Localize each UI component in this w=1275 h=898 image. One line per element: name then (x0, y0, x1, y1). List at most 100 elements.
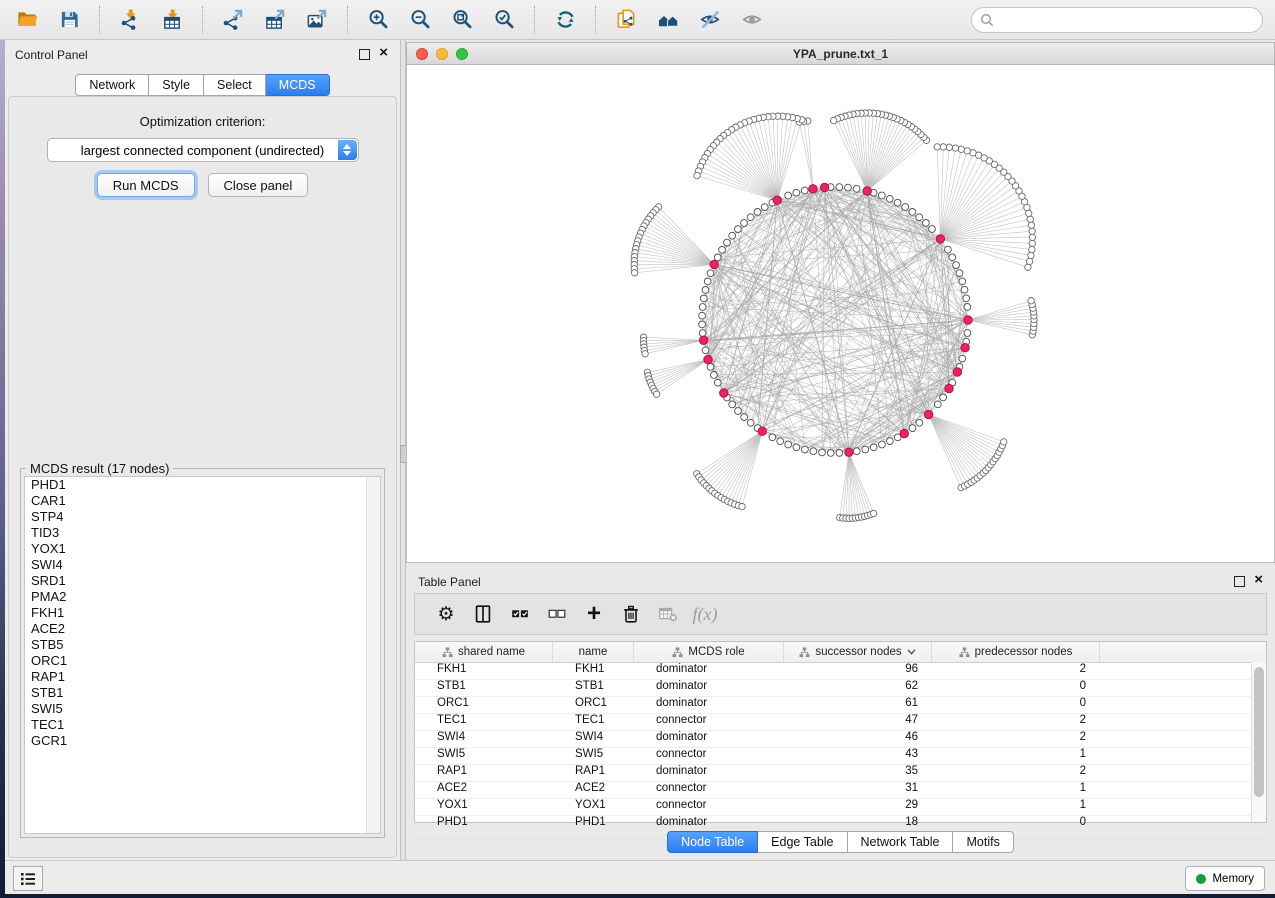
run-mcds-button[interactable]: Run MCDS (97, 173, 195, 197)
network-node[interactable] (735, 226, 742, 233)
network-node[interactable] (704, 278, 711, 285)
zoom-out-button[interactable] (402, 4, 438, 36)
satellite-node[interactable] (1027, 216, 1033, 222)
network-node[interactable] (959, 278, 966, 285)
mcds-hub-node[interactable] (809, 185, 817, 193)
network-node[interactable] (699, 330, 706, 337)
satellite-node[interactable] (940, 144, 946, 150)
mcds-hub-node[interactable] (953, 368, 961, 376)
network-node[interactable] (699, 304, 706, 311)
column-header-MCDS-role[interactable]: MCDS role (634, 642, 784, 662)
network-node[interactable] (886, 195, 893, 202)
show-all-button[interactable] (650, 4, 686, 36)
function-builder-button[interactable]: f(x) (690, 599, 720, 629)
tab-network[interactable]: Network (75, 74, 149, 96)
tab-select[interactable]: Select (204, 74, 266, 96)
network-node[interactable] (956, 270, 963, 277)
result-node-item[interactable]: STB5 (25, 637, 380, 653)
satellite-node[interactable] (1001, 439, 1007, 445)
network-node[interactable] (729, 232, 736, 239)
satellite-node[interactable] (694, 172, 700, 178)
close-panel-icon[interactable]: × (1254, 571, 1263, 589)
network-node[interactable] (853, 448, 860, 455)
result-node-item[interactable]: ORC1 (25, 653, 380, 669)
result-node-item[interactable]: YOX1 (25, 541, 380, 557)
result-node-item[interactable]: PMA2 (25, 589, 380, 605)
close-panel-button[interactable]: Close panel (208, 173, 309, 197)
result-node-item[interactable]: STP4 (25, 509, 380, 525)
zoom-fit-button[interactable] (444, 4, 480, 36)
duplicate-network-button[interactable] (608, 4, 644, 36)
network-node[interactable] (827, 450, 834, 457)
network-node[interactable] (702, 347, 709, 354)
import-table-button[interactable] (154, 4, 190, 36)
mcds-hub-node[interactable] (945, 384, 953, 392)
add-entry-button[interactable]: + (579, 599, 609, 629)
network-node[interactable] (934, 401, 941, 408)
network-node[interactable] (702, 287, 709, 294)
table-row[interactable]: STB1STB1dominator620 (415, 680, 1266, 697)
network-node[interactable] (724, 239, 731, 246)
result-node-item[interactable]: CAR1 (25, 493, 380, 509)
network-node[interactable] (853, 185, 860, 192)
delete-table-button[interactable] (653, 599, 683, 629)
satellite-node[interactable] (964, 148, 970, 154)
column-header-predecessor-nodes[interactable]: predecessor nodes (932, 642, 1100, 662)
import-network-button[interactable] (112, 4, 148, 36)
window-close-button[interactable] (416, 48, 428, 60)
network-node[interactable] (754, 209, 761, 216)
network-node[interactable] (836, 184, 843, 191)
result-node-item[interactable]: SWI4 (25, 557, 380, 573)
tab-edge-table[interactable]: Edge Table (758, 831, 847, 853)
mcds-hub-node[interactable] (773, 196, 781, 204)
export-network-button[interactable] (215, 4, 251, 36)
window-minimize-button[interactable] (436, 48, 448, 60)
mcds-hub-node[interactable] (710, 260, 718, 268)
result-node-item[interactable]: SRD1 (25, 573, 380, 589)
network-node[interactable] (963, 295, 970, 302)
result-node-item[interactable]: PHD1 (25, 477, 380, 493)
satellite-node[interactable] (642, 351, 648, 357)
satellite-node[interactable] (1028, 222, 1034, 228)
mcds-hub-node[interactable] (924, 410, 932, 418)
network-node[interactable] (741, 414, 748, 421)
refresh-layout-button[interactable] (547, 4, 583, 36)
network-node[interactable] (902, 204, 909, 211)
result-node-item[interactable]: STB1 (25, 685, 380, 701)
result-node-item[interactable]: TEC1 (25, 717, 380, 733)
network-node[interactable] (953, 262, 960, 269)
network-node[interactable] (961, 286, 968, 293)
network-node[interactable] (707, 364, 714, 371)
select-all-button[interactable] (505, 599, 535, 629)
table-row[interactable]: SWI4SWI4dominator462 (415, 731, 1266, 748)
result-node-item[interactable]: RAP1 (25, 669, 380, 685)
network-node[interactable] (769, 434, 776, 441)
column-view-button[interactable] (468, 599, 498, 629)
mcds-hub-node[interactable] (964, 316, 972, 324)
table-row[interactable]: RAP1RAP1dominator352 (415, 765, 1266, 782)
satellite-node[interactable] (946, 144, 952, 150)
network-node[interactable] (929, 226, 936, 233)
mcds-hub-node[interactable] (699, 336, 707, 344)
hide-selected-button[interactable] (692, 4, 728, 36)
dev-panel-button[interactable] (13, 866, 43, 891)
export-image-button[interactable] (299, 4, 335, 36)
network-node[interactable] (719, 246, 726, 253)
network-node[interactable] (879, 441, 886, 448)
network-node[interactable] (862, 446, 869, 453)
network-node[interactable] (940, 394, 947, 401)
mcds-hub-node[interactable] (863, 187, 871, 195)
tab-mcds[interactable]: MCDS (266, 74, 330, 96)
satellite-node[interactable] (934, 144, 940, 150)
satellite-node[interactable] (958, 146, 964, 152)
network-node[interactable] (870, 444, 877, 451)
close-panel-icon[interactable]: × (379, 44, 388, 62)
save-session-button[interactable] (51, 4, 87, 36)
mcds-hub-node[interactable] (720, 389, 728, 397)
network-node[interactable] (810, 448, 817, 455)
satellite-node[interactable] (631, 270, 637, 276)
table-scrollbar-thumb[interactable] (1254, 667, 1264, 797)
network-node[interactable] (959, 355, 966, 362)
memory-button[interactable]: Memory (1185, 866, 1265, 891)
network-node[interactable] (761, 204, 768, 211)
